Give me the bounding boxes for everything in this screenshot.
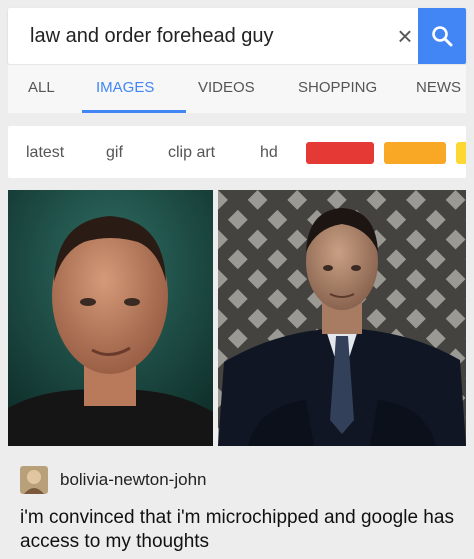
post-username[interactable]: bolivia-newton-john bbox=[60, 470, 206, 490]
portrait-photo-1 bbox=[8, 190, 213, 446]
image-result-2[interactable] bbox=[218, 190, 466, 446]
clear-search-button[interactable]: × bbox=[388, 18, 422, 54]
avatar[interactable] bbox=[20, 466, 48, 494]
image-result-1[interactable] bbox=[8, 190, 213, 446]
tab-all[interactable]: ALL bbox=[28, 79, 55, 96]
filter-chip-hd[interactable]: hd bbox=[260, 144, 278, 162]
search-icon bbox=[432, 26, 453, 47]
search-bar: law and order forehead guy × bbox=[8, 8, 466, 64]
tab-images[interactable]: IMAGES bbox=[96, 79, 154, 96]
active-tab-indicator bbox=[82, 110, 186, 113]
image-filter-bar: latest gif clip art hd bbox=[8, 126, 466, 178]
tab-shopping[interactable]: SHOPPING bbox=[298, 79, 377, 96]
color-filter-red[interactable] bbox=[306, 142, 374, 164]
portrait-photo-2 bbox=[218, 190, 466, 446]
filter-chip-gif[interactable]: gif bbox=[106, 144, 123, 162]
color-filter-orange[interactable] bbox=[384, 142, 446, 164]
filter-chip-latest[interactable]: latest bbox=[26, 144, 64, 162]
search-input[interactable]: law and order forehead guy bbox=[30, 25, 274, 48]
post-text: i'm convinced that i'm microchipped and … bbox=[20, 507, 454, 552]
tab-news[interactable]: NEWS bbox=[416, 79, 461, 96]
image-results bbox=[8, 190, 466, 446]
color-filter-yellow[interactable] bbox=[456, 142, 466, 164]
search-button[interactable] bbox=[418, 8, 466, 64]
avatar-image bbox=[20, 466, 48, 494]
search-tabs: ALL IMAGES VIDEOS SHOPPING NEWS bbox=[8, 64, 466, 113]
filter-chip-clip-art[interactable]: clip art bbox=[168, 144, 215, 162]
tab-videos[interactable]: VIDEOS bbox=[198, 79, 255, 96]
